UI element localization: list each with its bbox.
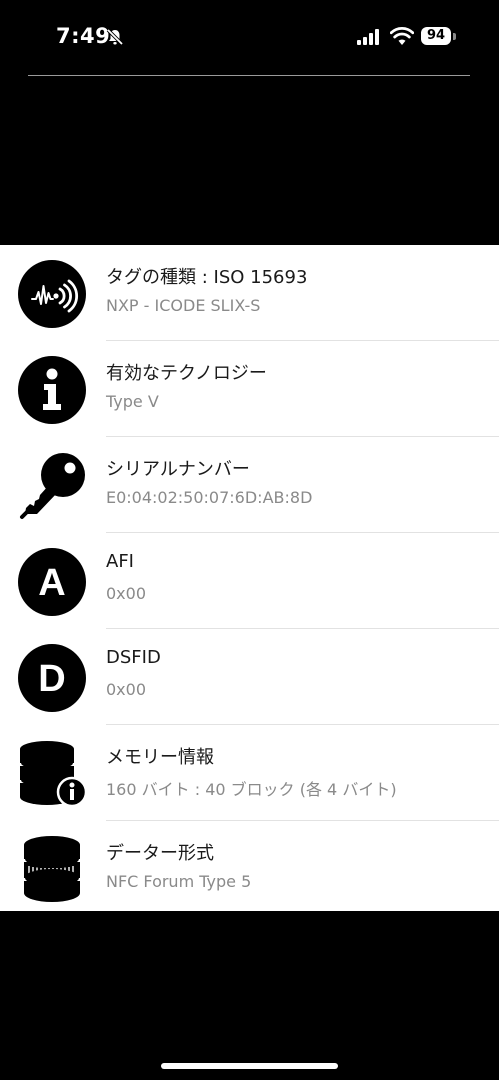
key-icon — [20, 453, 85, 519]
row-value: NXP - ICODE SLIX-S — [106, 296, 261, 315]
row-technology[interactable]: 有効なテクノロジー Type V — [0, 341, 499, 437]
letter-a-icon: A — [18, 548, 86, 616]
row-dsfid[interactable]: D DSFID 0x00 — [0, 629, 499, 725]
status-time: 7:49 — [56, 24, 111, 48]
status-bar: 7:49 94 — [0, 0, 499, 75]
row-value: E0:04:02:50:07:6D:AB:8D — [106, 488, 313, 507]
sheet-separator-line — [28, 75, 470, 76]
svg-text:A: A — [38, 562, 65, 604]
tag-info-list: タグの種類 : ISO 15693 NXP - ICODE SLIX-S 有効な… — [0, 245, 499, 911]
database-info-icon — [19, 741, 87, 808]
cellular-signal-icon — [357, 29, 379, 45]
row-title: データー形式 — [106, 843, 214, 864]
database-format-icon — [23, 836, 81, 902]
row-data-format[interactable]: データー形式 NFC Forum Type 5 — [0, 821, 499, 911]
row-value: 0x00 — [106, 680, 147, 699]
row-value: 160 バイト : 40 ブロック (各 4 バイト) — [106, 780, 397, 799]
row-title: タグの種類 : ISO 15693 — [106, 267, 308, 288]
row-value: NFC Forum Type 5 — [106, 872, 252, 891]
row-title: DSFID — [106, 647, 161, 668]
row-afi[interactable]: A AFI 0x00 — [0, 533, 499, 629]
row-value: 0x00 — [106, 584, 147, 603]
row-title: シリアルナンバー — [106, 459, 250, 480]
row-title: 有効なテクノロジー — [106, 363, 267, 384]
row-title: メモリー情報 — [106, 747, 214, 768]
svg-text:D: D — [38, 658, 65, 700]
battery-indicator: 94 — [421, 27, 451, 45]
home-indicator[interactable] — [161, 1063, 338, 1069]
bell-muted-icon — [106, 28, 124, 46]
row-title: AFI — [106, 551, 134, 572]
letter-d-icon: D — [18, 644, 86, 712]
nfc-signal-icon — [18, 260, 86, 328]
info-icon — [18, 356, 86, 424]
row-memory-info[interactable]: メモリー情報 160 バイト : 40 ブロック (各 4 バイト) — [0, 725, 499, 821]
wifi-icon — [390, 26, 414, 45]
row-serial-number[interactable]: シリアルナンバー E0:04:02:50:07:6D:AB:8D — [0, 437, 499, 533]
row-tag-type[interactable]: タグの種類 : ISO 15693 NXP - ICODE SLIX-S — [0, 245, 499, 341]
row-value: Type V — [106, 392, 159, 411]
battery-tip — [453, 33, 456, 40]
